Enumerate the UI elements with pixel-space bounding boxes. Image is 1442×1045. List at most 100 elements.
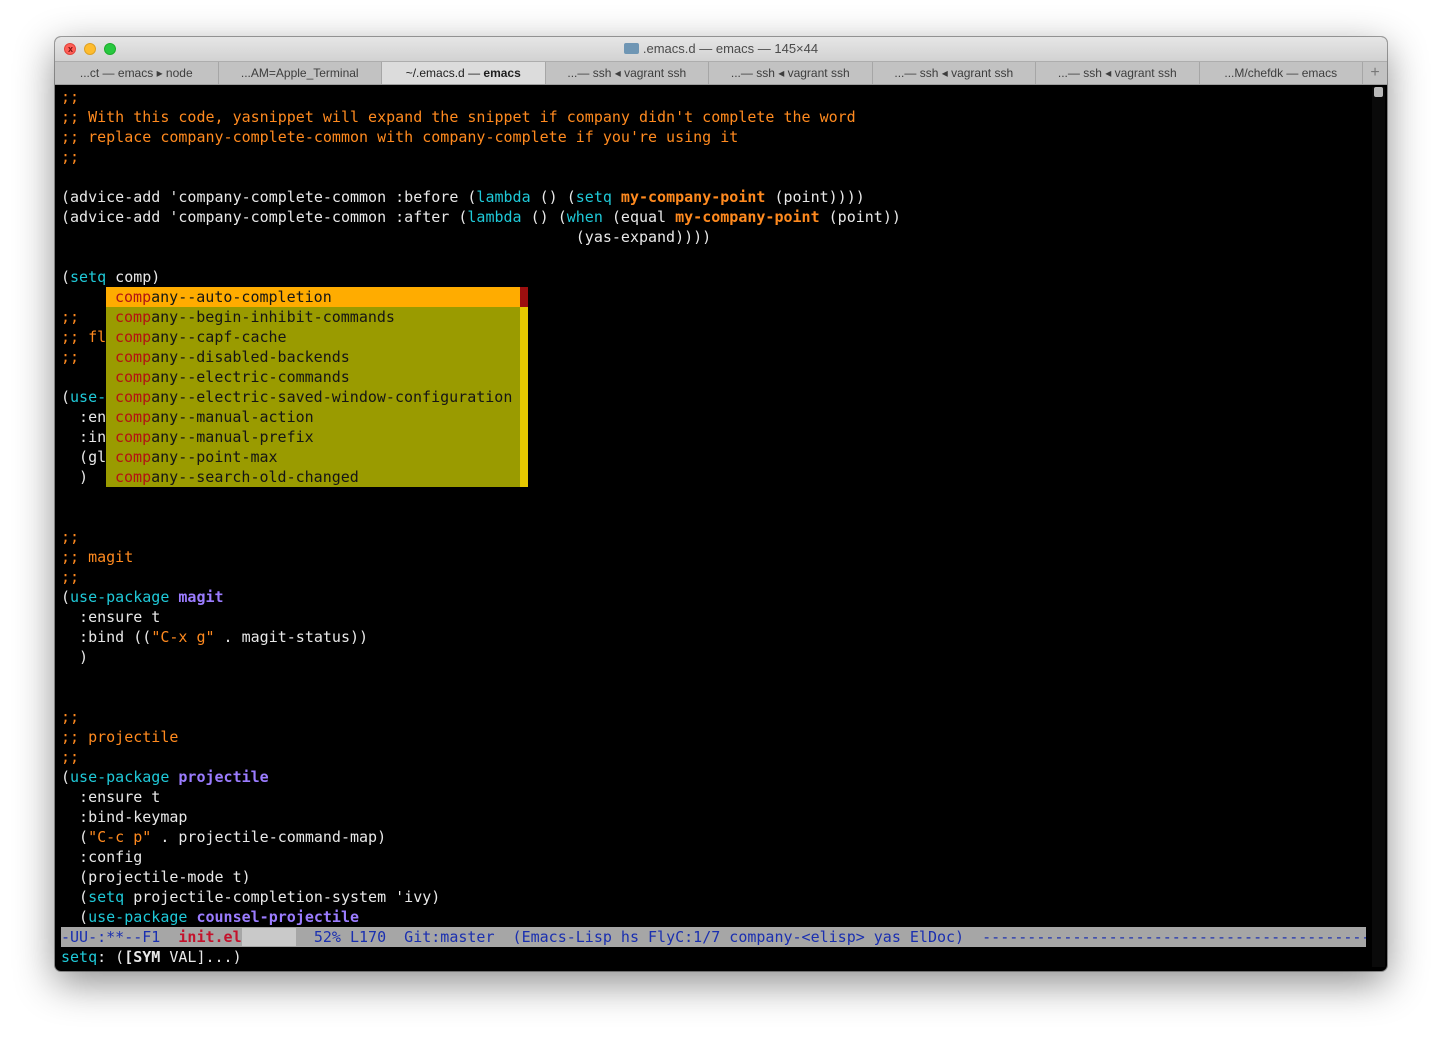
- code-token: (: [61, 828, 89, 846]
- code-token: :bind ((: [61, 628, 152, 646]
- code-token: () (: [521, 208, 567, 226]
- tab-label-prefix: ...—: [1057, 66, 1084, 80]
- modeline-status: -UU-:**--F1: [61, 928, 179, 946]
- completion-rest: any--manual-prefix: [151, 428, 314, 446]
- tab-7[interactable]: ...— ssh ◂ vagrant ssh: [1036, 62, 1200, 84]
- completion-match-prefix: comp: [115, 468, 152, 486]
- completion-item[interactable]: company--point-max: [106, 447, 520, 467]
- code-token: ;;: [61, 528, 80, 546]
- modeline-pad: [241, 928, 296, 946]
- code-token: (yas-expand)))): [61, 228, 712, 246]
- completion-match-prefix: comp: [115, 328, 152, 346]
- code-token: magit: [178, 588, 224, 606]
- code-line: ;;: [61, 147, 79, 167]
- completion-item[interactable]: company--disabled-backends: [106, 347, 520, 367]
- tab-label-prefix: ...ct —: [79, 66, 118, 80]
- code-line: :in: [61, 427, 106, 447]
- tab-label-process: emacs: [1301, 66, 1338, 80]
- completion-scrollbar[interactable]: [520, 287, 528, 487]
- code-token: my-company-point: [620, 188, 766, 206]
- code-line: (use-package projectile: [61, 767, 269, 787]
- code-line: (gl: [61, 447, 106, 467]
- tab-label-process: ssh ◂ vagrant ssh: [1083, 66, 1177, 80]
- minibuffer-sym: [SYM: [124, 948, 161, 966]
- tab-3[interactable]: ~/.emacs.d — emacs: [382, 62, 546, 84]
- code-token: ;;: [61, 568, 80, 586]
- code-token: setq: [575, 188, 612, 206]
- completion-match-prefix: comp: [115, 288, 152, 306]
- new-tab-button[interactable]: +: [1363, 62, 1387, 84]
- completion-item[interactable]: company--capf-cache: [106, 327, 520, 347]
- tab-label-prefix: ...—: [567, 66, 593, 80]
- code-token: (advice-add 'company-complete-common: [61, 208, 396, 226]
- code-token: . projectile-command-map): [151, 828, 387, 846]
- modeline-filename: init.el: [178, 928, 242, 946]
- code-line: ;;: [61, 567, 79, 587]
- code-token: (: [61, 388, 71, 406]
- code-line: :config: [61, 847, 142, 867]
- tab-label-prefix: ...—: [894, 66, 920, 80]
- completion-item[interactable]: company--electric-saved-window-configura…: [106, 387, 520, 407]
- code-token: projectile: [178, 768, 269, 786]
- completion-scroll-thumb[interactable]: [520, 287, 528, 307]
- completion-item[interactable]: company--begin-inhibit-commands: [106, 307, 520, 327]
- completion-item[interactable]: company--manual-action: [106, 407, 520, 427]
- tab-1[interactable]: ...ct — emacs ▸ node: [55, 62, 219, 84]
- window-title-text: .emacs.d — emacs — 145×44: [642, 41, 819, 56]
- window-scrollbar[interactable]: [1372, 87, 1385, 967]
- code-line: :en: [61, 407, 106, 427]
- code-token: :en: [61, 408, 107, 426]
- code-token: . magit-status)): [214, 628, 369, 646]
- code-token: ): [61, 468, 89, 486]
- completion-rest: any--electric-saved-window-configuration: [151, 388, 513, 406]
- code-line: ;;: [61, 347, 79, 367]
- code-token: lambda: [467, 208, 522, 226]
- code-token: use-: [70, 388, 107, 406]
- code-line: ;;: [61, 707, 79, 727]
- tab-8[interactable]: ...M/chefdk — emacs: [1200, 62, 1363, 84]
- completion-match-prefix: comp: [115, 388, 152, 406]
- code-token: (: [61, 768, 71, 786]
- code-line: ;;: [61, 87, 79, 107]
- tab-4[interactable]: ...— ssh ◂ vagrant ssh: [546, 62, 709, 84]
- completion-item[interactable]: company--electric-commands: [106, 367, 520, 387]
- minibuffer-rest: VAL]...): [160, 948, 242, 966]
- tab-5[interactable]: ...— ssh ◂ vagrant ssh: [709, 62, 873, 84]
- code-line: (use-package magit: [61, 587, 224, 607]
- code-token: use-package: [88, 908, 188, 926]
- code-token: setq: [88, 888, 125, 906]
- code-token: use-package: [70, 588, 170, 606]
- completion-rest: any--search-old-changed: [151, 468, 359, 486]
- completion-item[interactable]: company--manual-prefix: [106, 427, 520, 447]
- code-token: ;; fl: [61, 328, 107, 346]
- code-token: (: [61, 908, 89, 926]
- code-line: (use-package counsel-projectile: [61, 907, 359, 927]
- tab-2[interactable]: ...AM=Apple_Terminal: [219, 62, 382, 84]
- code-line: :bind (("C-x g" . magit-status)): [61, 627, 368, 647]
- completion-match-prefix: comp: [115, 448, 152, 466]
- title-bar[interactable]: x .emacs.d — emacs — 145×44: [55, 37, 1387, 61]
- code-line: (advice-add 'company-complete-common :be…: [61, 187, 865, 207]
- code-token: ): [61, 648, 89, 666]
- code-line: ): [61, 467, 88, 487]
- code-token: ;;: [61, 348, 80, 366]
- window-title: .emacs.d — emacs — 145×44: [55, 37, 1387, 61]
- code-line: ;;: [61, 307, 79, 327]
- code-token: "C-x g": [151, 628, 215, 646]
- completion-item[interactable]: company--search-old-changed: [106, 467, 520, 487]
- window-scroll-thumb[interactable]: [1374, 87, 1383, 97]
- tab-6[interactable]: ...— ssh ◂ vagrant ssh: [873, 62, 1036, 84]
- code-line: ;; With this code, yasnippet will expand…: [61, 107, 856, 127]
- tab-label-process: emacs: [483, 66, 521, 80]
- completion-item[interactable]: company--auto-completion: [106, 287, 520, 307]
- minibuffer[interactable]: setq: ([SYM VAL]...): [61, 947, 242, 967]
- minibuffer-sep: : (: [97, 948, 125, 966]
- completion-match-prefix: comp: [115, 428, 152, 446]
- code-line: ("C-c p" . projectile-command-map): [61, 827, 386, 847]
- code-token: my-company-point: [675, 208, 820, 226]
- completion-rest: any--capf-cache: [151, 328, 287, 346]
- code-token: projectile-completion-system 'ivy): [124, 888, 441, 906]
- tab-label-prefix: ...—: [730, 66, 757, 80]
- tab-label-process: ssh ◂ vagrant ssh: [592, 66, 687, 80]
